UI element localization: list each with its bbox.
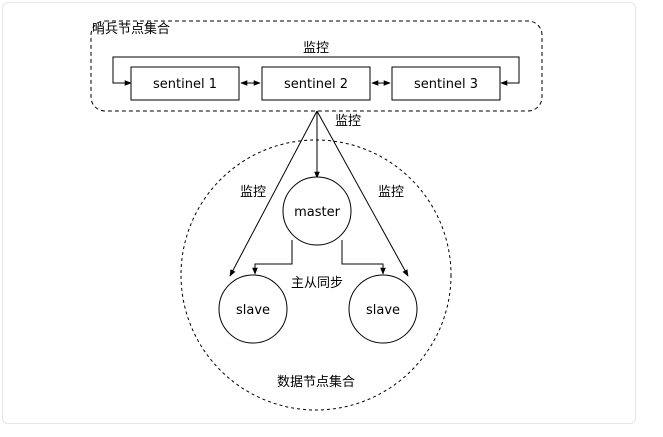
data-group-title: 数据节点集合 (277, 374, 355, 390)
sync-label: 主从同步 (291, 276, 343, 291)
replication-to-slave-left (252, 240, 293, 275)
sentinel-2-label: sentinel 2 (284, 77, 348, 92)
replication-to-slave-right (341, 240, 386, 275)
slave-right-label: slave (366, 303, 400, 318)
monitor-label-left: 监控 (240, 185, 266, 200)
sentinel-1-label: sentinel 1 (153, 77, 217, 92)
monitor-label-top: 监控 (335, 114, 361, 129)
diagram-canvas: 哨兵节点集合 监控 sentinel 1 sentinel 2 sentinel… (90, 20, 543, 411)
monitor-label-right: 监控 (378, 185, 404, 200)
sentinel-monitor-label: 监控 (303, 41, 329, 56)
sentinel-3-label: sentinel 3 (414, 77, 478, 92)
master-label: master (294, 205, 340, 220)
sentinel-group-title: 哨兵节点集合 (92, 21, 170, 37)
slave-left-label: slave (236, 303, 270, 318)
